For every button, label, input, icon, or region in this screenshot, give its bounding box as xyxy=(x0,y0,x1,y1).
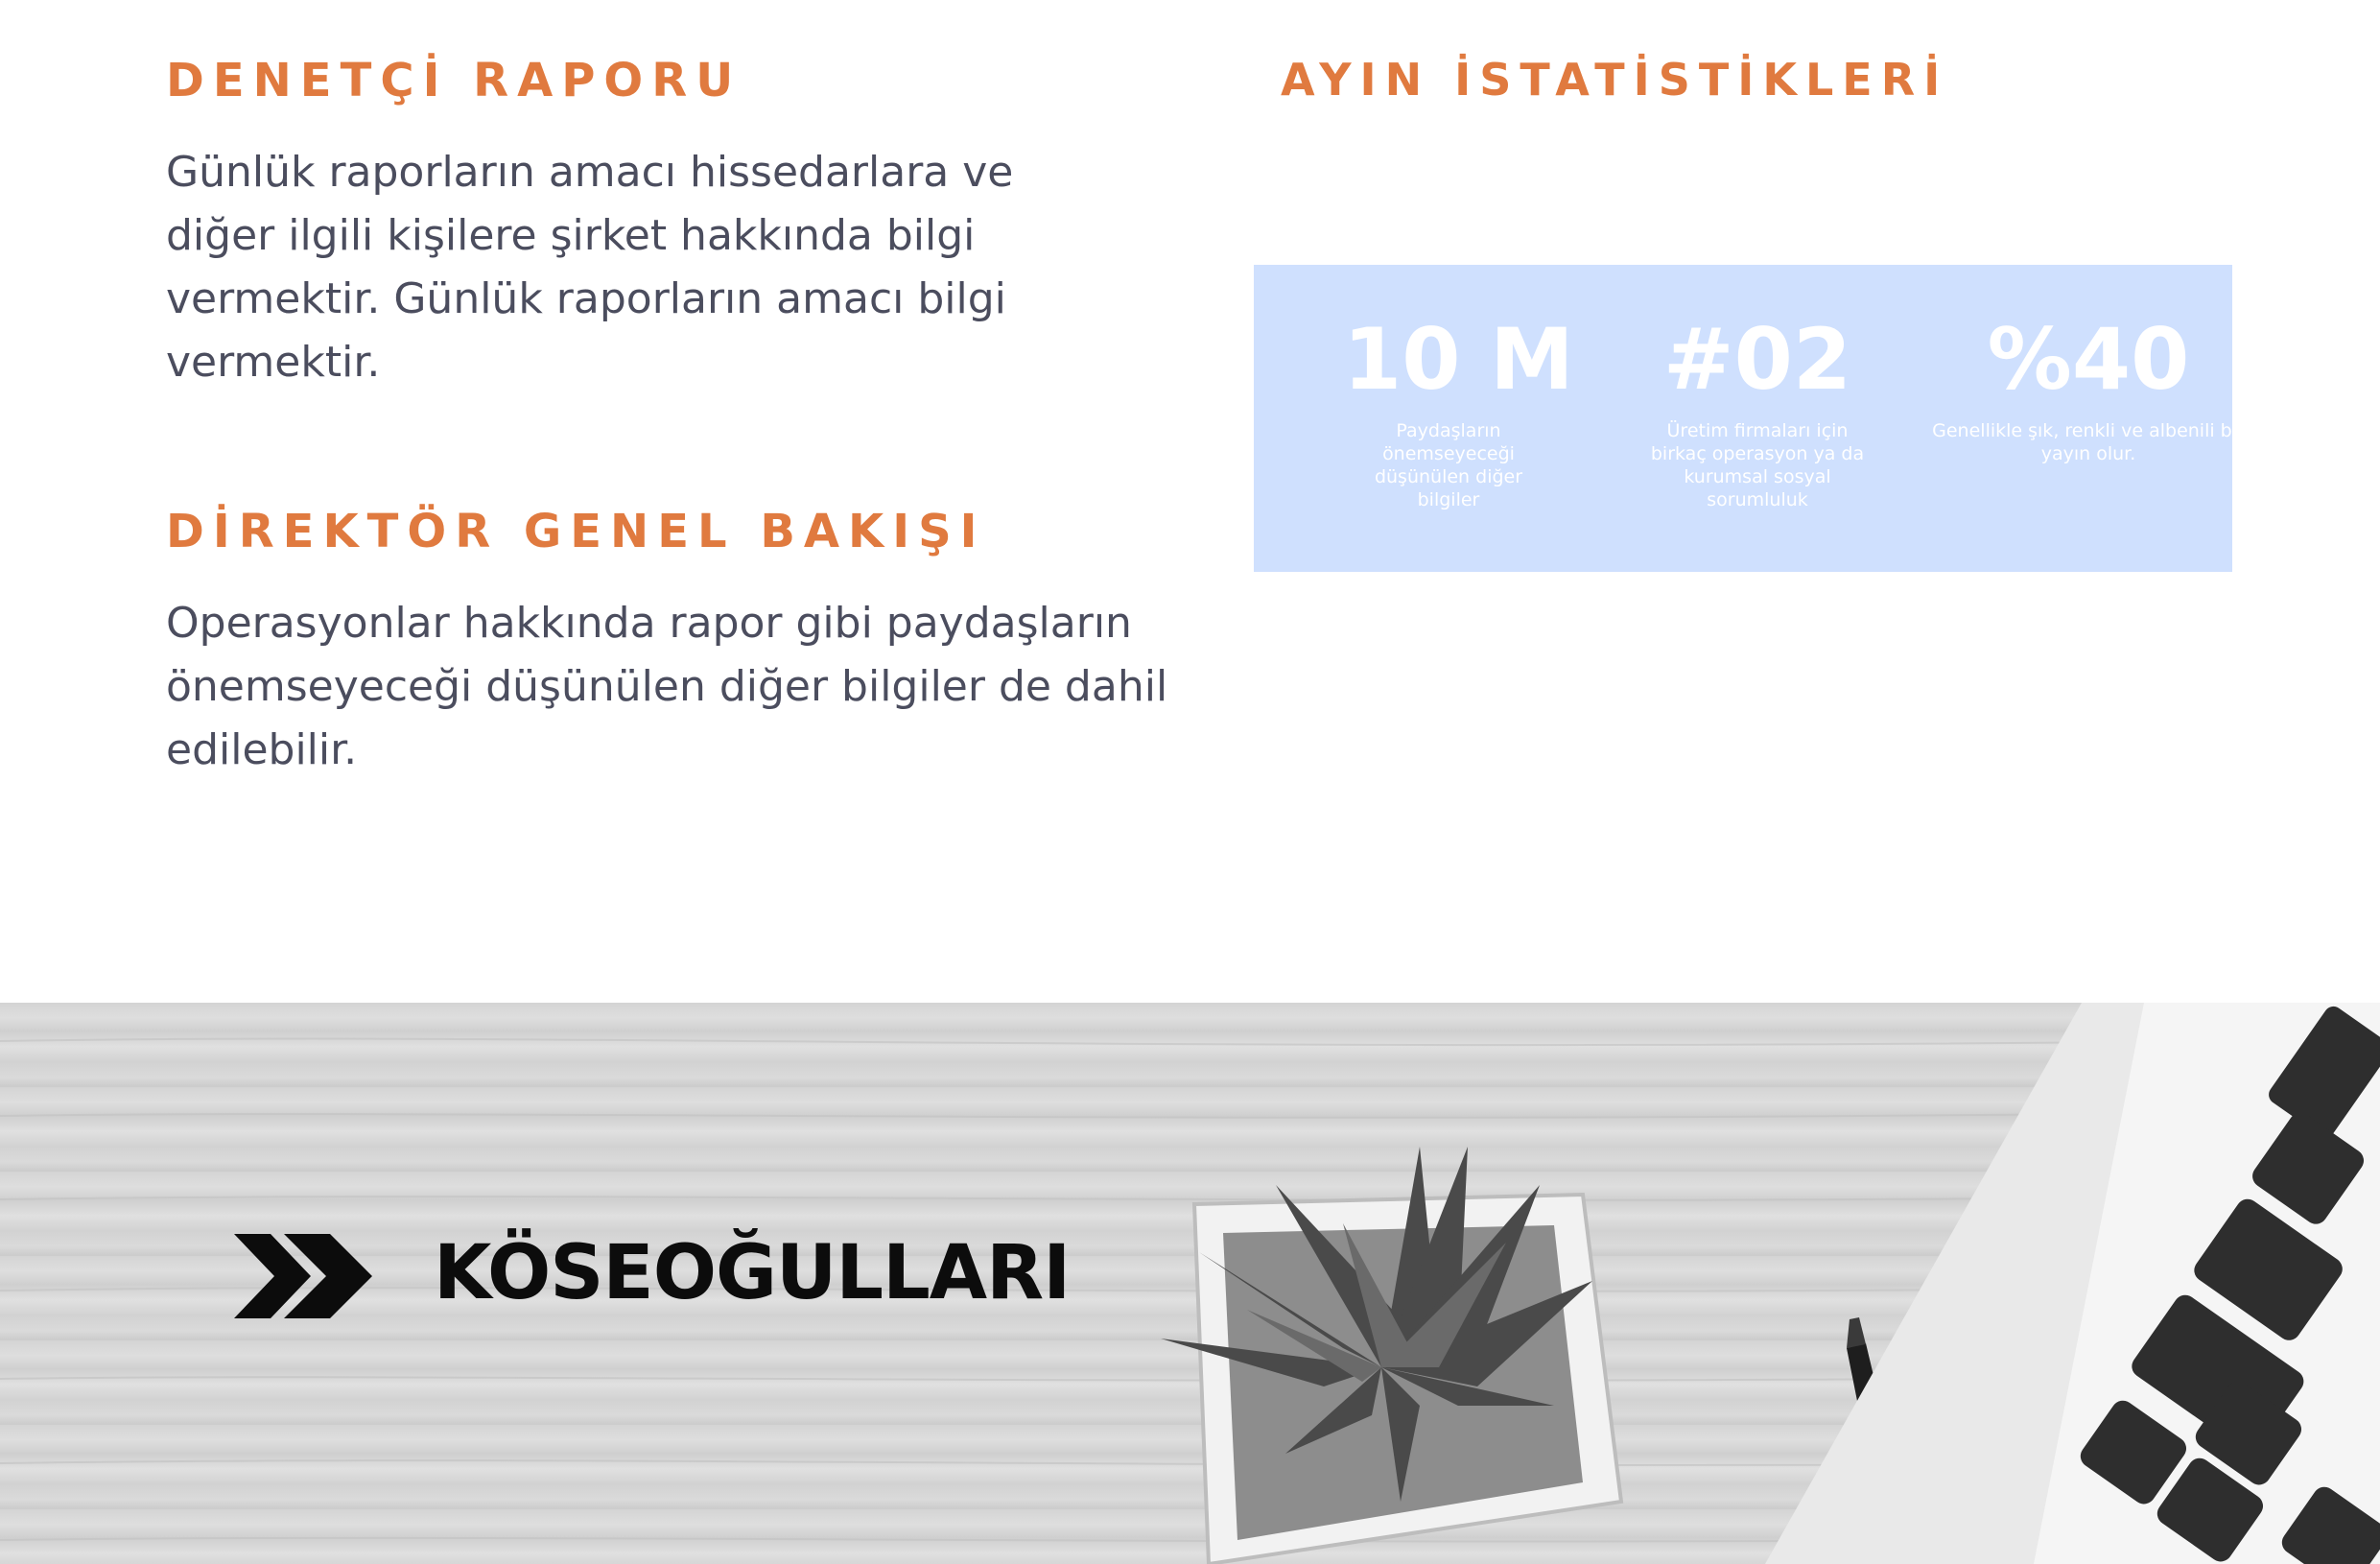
stat-item: 10 M Paydaşların önemseyeceği düşünülen … xyxy=(1343,310,1574,511)
stat-value: 10 M xyxy=(1343,310,1574,409)
stat-description: Üretim firmaları için birkaç operasyon y… xyxy=(1650,420,1865,510)
stat-item: #02 Üretim firmaları için birkaç operasy… xyxy=(1642,318,1873,511)
stat-description: Genellikle şık, renkli ve albenili bir y… xyxy=(1932,420,2245,464)
section-body-direktor-genel-bakisi: Operasyonlar hakkında rapor gibi paydaşl… xyxy=(166,599,1168,774)
double-chevron-right-icon xyxy=(234,1234,372,1318)
stats-title: AYIN İSTATİSTİKLERİ xyxy=(1281,54,1949,106)
stat-value: #02 xyxy=(1662,310,1852,409)
stat-description: Paydaşların önemseyeceği düşünülen diğer… xyxy=(1374,420,1523,510)
section-title-direktor-genel-bakisi: DİREKTÖR GENEL BAKIŞI xyxy=(166,505,986,558)
brand-name: KÖSEOĞULLARI xyxy=(434,1230,1071,1316)
section-body-denetci-raporu: Günlük raporların amacı hissedarlara ve … xyxy=(166,148,1014,387)
stat-item: %40 Genellikle şık, renkli ve albenili b… xyxy=(1930,318,2247,465)
stats-panel: 10 M Paydaşların önemseyeceği düşünülen … xyxy=(1254,265,2245,572)
stat-value: %40 xyxy=(1987,310,2190,409)
section-title-denetci-raporu: DENETÇİ RAPORU xyxy=(166,54,742,107)
